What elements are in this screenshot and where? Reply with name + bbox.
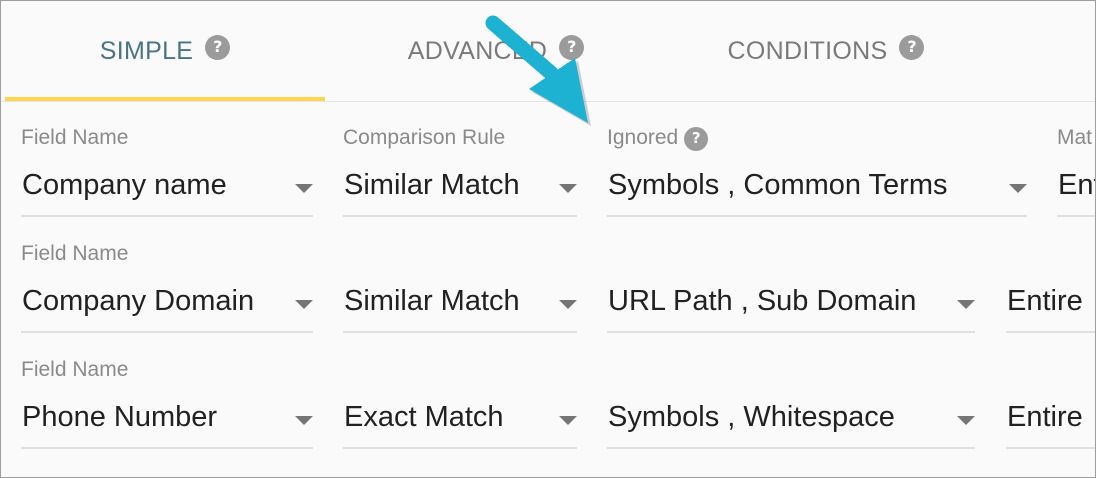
comparison-rule-select[interactable]: Exact Match: [343, 399, 577, 449]
chevron-down-icon: [957, 416, 975, 425]
help-icon[interactable]: ?: [684, 126, 709, 151]
comparison-rule-value: Similar Match: [344, 169, 520, 201]
field-name-select[interactable]: Company name: [21, 167, 313, 217]
help-icon[interactable]: ?: [899, 34, 925, 60]
match-label: Mat: [1057, 126, 1093, 149]
match-value: Entire: [1007, 285, 1083, 317]
field-name-select[interactable]: Phone Number: [21, 399, 313, 449]
ignored-label: Ignored?: [607, 126, 709, 151]
field-name-select[interactable]: Company Domain: [21, 283, 313, 333]
chevron-down-icon: [295, 416, 313, 425]
tab-conditions-label: CONDITIONS: [727, 36, 888, 65]
field-name-value: Phone Number: [22, 401, 218, 433]
tab-simple[interactable]: SIMPLE ?: [5, 1, 325, 101]
chevron-down-icon: [559, 184, 577, 193]
match-select[interactable]: Ent: [1057, 167, 1095, 217]
arrow-icon: [485, 15, 591, 126]
ignored-select[interactable]: Symbols , Common Terms: [607, 167, 1027, 217]
match-value: Ent: [1058, 169, 1095, 201]
matching-rules-panel: SIMPLE ? ADVANCED ? CONDITIONS ? Field N…: [0, 0, 1096, 478]
chevron-down-icon: [559, 300, 577, 309]
field-name-value: Company Domain: [22, 285, 255, 317]
comparison-rule-select[interactable]: Similar Match: [343, 167, 577, 217]
field-name-label: Field Name: [21, 242, 129, 265]
help-icon[interactable]: ?: [205, 34, 231, 60]
ignored-select[interactable]: URL Path , Sub Domain: [607, 283, 975, 333]
ignored-label-text: Ignored: [607, 126, 679, 149]
ignored-value: URL Path , Sub Domain: [608, 285, 917, 317]
comparison-rule-value: Similar Match: [344, 285, 520, 317]
ignored-select[interactable]: Symbols , Whitespace: [607, 399, 975, 449]
chevron-down-icon: [295, 184, 313, 193]
ignored-value: Symbols , Common Terms: [608, 169, 948, 201]
tab-simple-label: SIMPLE: [99, 36, 194, 65]
comparison-rule-value: Exact Match: [344, 401, 504, 433]
field-name-label: Field Name: [21, 126, 129, 149]
match-select[interactable]: Entire: [1006, 399, 1095, 449]
field-name-label: Field Name: [21, 358, 129, 381]
active-tab-indicator: [5, 97, 325, 101]
chevron-down-icon: [957, 300, 975, 309]
match-value: Entire: [1007, 401, 1083, 433]
tab-conditions[interactable]: CONDITIONS ?: [661, 1, 991, 101]
match-select[interactable]: Entire: [1006, 283, 1095, 333]
chevron-down-icon: [1009, 184, 1027, 193]
comparison-rule-select[interactable]: Similar Match: [343, 283, 577, 333]
ignored-value: Symbols , Whitespace: [608, 401, 895, 433]
field-name-value: Company name: [22, 169, 227, 201]
chevron-down-icon: [295, 300, 313, 309]
chevron-down-icon: [559, 416, 577, 425]
